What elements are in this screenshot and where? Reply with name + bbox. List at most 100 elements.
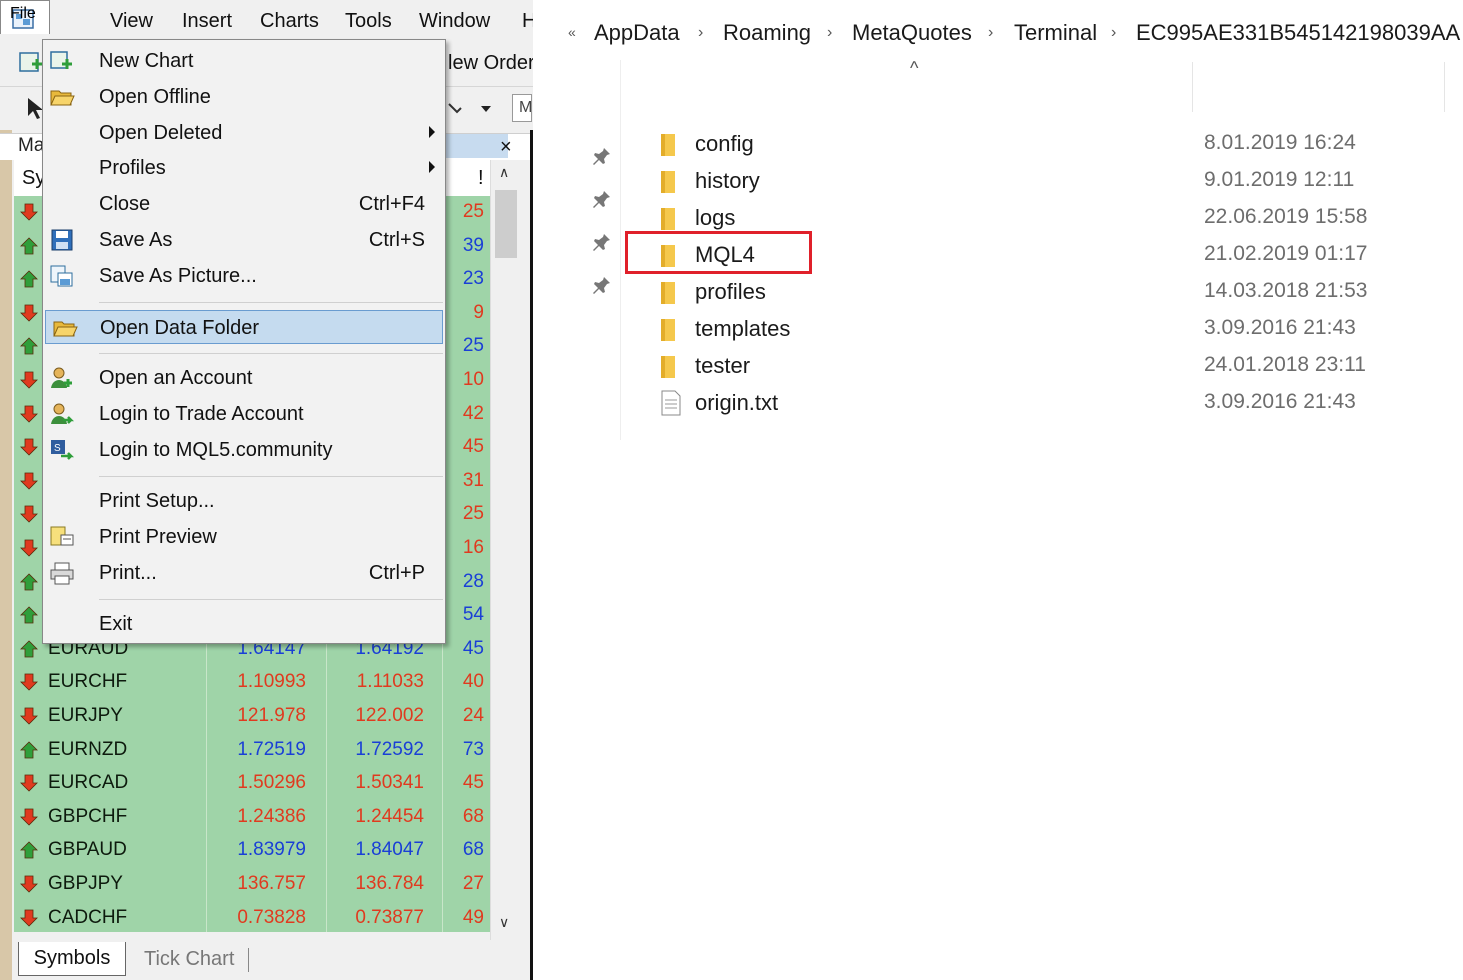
breadcrumb-overflow-icon[interactable]: « [568, 24, 576, 40]
navigation-pane-border [620, 60, 621, 440]
menu-item-login-to-trade-account[interactable]: Login to Trade Account [43, 397, 445, 431]
menu-item-shortcut: Ctrl+F4 [358, 193, 425, 215]
table-row[interactable]: GBPCHF 1.24386 1.24454 68 [14, 801, 490, 834]
arrow-down-icon [20, 505, 38, 523]
symbol-cell: EURNZD [48, 738, 128, 760]
symbol-cell: EURCHF [48, 671, 128, 693]
table-row[interactable]: EURCAD 1.50296 1.50341 45 [14, 767, 490, 800]
file-name: config [695, 131, 754, 156]
market-watch-scrollbar[interactable]: ∧ ∨ [490, 160, 521, 940]
file-row-templates[interactable]: templates 3.09.2016 21:43 [660, 312, 1440, 348]
table-row[interactable]: EURCHF 1.10993 1.11033 40 [14, 666, 490, 699]
column-divider [1444, 62, 1445, 112]
menu-item-print-setup[interactable]: Print Setup... [43, 484, 445, 518]
menu-item-profiles[interactable]: Profiles [43, 151, 445, 185]
bid-cell: 136.757 [237, 873, 306, 894]
ask-cell: 1.50341 [355, 772, 424, 794]
chart-background-strip [0, 130, 12, 980]
arrow-up-icon [20, 606, 38, 624]
file-row-tester[interactable]: tester 24.01.2018 23:11 [660, 349, 1440, 385]
pin-icon[interactable] [592, 146, 612, 166]
arrow-down-icon [20, 774, 38, 792]
menu-item-shortcut: Ctrl+P [368, 562, 425, 584]
table-row[interactable]: GBPJPY 136.757 136.784 27 [14, 868, 490, 901]
menu-item-login-to-mql5-community[interactable]: S Login to MQL5.community [43, 433, 445, 467]
menu-tools[interactable]: Tools [345, 10, 392, 33]
file-row-origin-txt[interactable]: origin.txt 3.09.2016 21:43 [660, 386, 1440, 422]
menu-item-exit[interactable]: Exit [43, 607, 445, 641]
file-date-modified: 9.01.2019 12:11 [1204, 168, 1355, 191]
menu-item-close[interactable]: Close Ctrl+F4 [43, 187, 445, 221]
table-row[interactable]: EURNZD 1.72519 1.72592 73 [14, 734, 490, 767]
bid-cell: 1.83979 [237, 839, 306, 861]
table-row[interactable]: EURJPY 121.978 122.002 24 [14, 700, 490, 733]
breadcrumb-item[interactable]: Roaming [723, 20, 811, 46]
folder-icon [661, 319, 675, 341]
menu-charts[interactable]: Charts [260, 10, 319, 33]
breadcrumb-item[interactable]: EC995AE331B545142198039AA [1136, 20, 1460, 46]
submenu-arrow-icon [429, 161, 435, 173]
pin-icon[interactable] [592, 189, 612, 209]
menu-insert[interactable]: Insert [182, 10, 232, 33]
scroll-down-icon[interactable]: ∨ [499, 914, 509, 931]
ask-cell: 1.11033 [356, 671, 424, 693]
tab-symbols[interactable]: Symbols [18, 942, 126, 976]
new-chart-icon [50, 51, 72, 69]
folder-icon [661, 171, 675, 193]
mt4-window: File View Insert Charts Tools Window H l… [0, 0, 533, 980]
spread-cell: 68 [462, 839, 484, 861]
folder-icon [661, 134, 675, 156]
pin-icon[interactable] [592, 275, 612, 295]
drawing-tools-dropdown[interactable] [445, 96, 499, 122]
arrow-down-icon [20, 405, 38, 423]
mql5-login-icon: S [51, 440, 75, 460]
ask-cell: 1.24454 [355, 805, 424, 827]
window-divider [530, 130, 533, 980]
file-date-modified: 14.03.2018 21:53 [1204, 279, 1368, 302]
ask-cell: 1.72592 [355, 738, 424, 760]
print-preview-icon [50, 526, 74, 546]
chevron-right-icon: › [827, 24, 833, 41]
menu-item-label: Print Preview [99, 526, 217, 548]
sort-ascending-icon[interactable]: ^ [910, 58, 918, 79]
mql4-highlight-annotation [625, 231, 812, 274]
pin-icon[interactable] [592, 232, 612, 252]
arrow-down-icon [20, 909, 38, 927]
menu-item-save-as-picture[interactable]: Save As Picture... [43, 259, 445, 293]
menu-item-open-data-folder[interactable]: Open Data Folder [45, 310, 443, 344]
breadcrumb-item[interactable]: MetaQuotes [852, 20, 972, 46]
menu-help[interactable]: H [522, 10, 533, 33]
menu-view[interactable]: View [110, 10, 153, 33]
table-row[interactable]: CADCHF 0.73828 0.73877 49 [14, 902, 490, 935]
menu-window[interactable]: Window [419, 10, 490, 33]
column-spread[interactable]: ! [478, 167, 484, 190]
tab-tick-chart[interactable]: Tick Chart [144, 948, 234, 971]
menu-item-new-chart[interactable]: New Chart [43, 44, 445, 78]
menu-item-label: Open Data Folder [100, 317, 259, 339]
menu-item-open-offline[interactable]: Open Offline [43, 80, 445, 114]
new-chart-icon[interactable] [18, 50, 44, 76]
arrow-up-icon [20, 841, 38, 859]
menu-item-open-deleted[interactable]: Open Deleted [43, 116, 445, 150]
breadcrumb-item[interactable]: AppData [594, 20, 680, 46]
table-row[interactable]: GBPAUD 1.83979 1.84047 68 [14, 834, 490, 867]
close-icon[interactable]: × [500, 136, 512, 159]
file-row-config[interactable]: config 8.01.2019 16:24 [660, 127, 1440, 163]
menu-item-save-as[interactable]: Save As Ctrl+S [43, 223, 445, 257]
submenu-arrow-icon [429, 126, 435, 138]
scrollbar-thumb[interactable] [495, 190, 517, 258]
file-row-profiles[interactable]: profiles 14.03.2018 21:53 [660, 275, 1440, 311]
menu-item-print-preview[interactable]: Print Preview [43, 520, 445, 554]
menu-item-print[interactable]: Print... Ctrl+P [43, 556, 445, 590]
file-name: origin.txt [695, 390, 779, 415]
arrow-up-icon [20, 270, 38, 288]
breadcrumb-item[interactable]: Terminal [1014, 20, 1097, 46]
menu-item-label: Save As Picture... [99, 265, 257, 287]
timeframe-m-button[interactable]: M [512, 94, 532, 122]
file-row-history[interactable]: history 9.01.2019 12:11 [660, 164, 1440, 200]
new-order-button[interactable]: lew Order [448, 52, 533, 75]
menu-separator [99, 476, 443, 477]
scroll-up-icon[interactable]: ∧ [499, 164, 509, 181]
spread-cell: 45 [462, 772, 484, 794]
menu-item-open-an-account[interactable]: Open an Account [43, 361, 445, 395]
